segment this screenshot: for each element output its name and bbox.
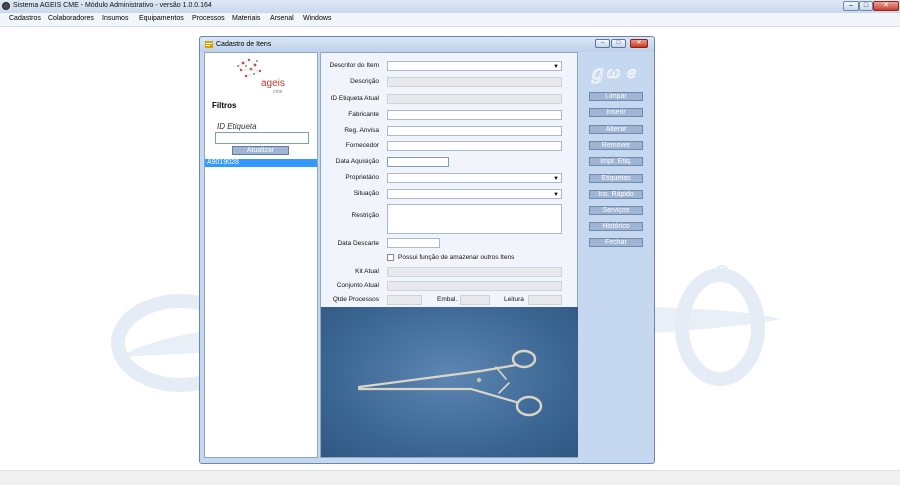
ageis-logo: ageis cme — [237, 58, 285, 95]
historico-button[interactable]: Histórico — [589, 222, 643, 231]
actions-panel: g ω e Limpar Inserir Alterar Remover Imp… — [583, 52, 650, 458]
filters-heading: Filtros — [212, 101, 237, 110]
data-aquisicao-field[interactable] — [387, 157, 449, 167]
embal-field — [460, 295, 490, 305]
kit-atual-field — [387, 267, 562, 277]
armazenar-label: Possui função de amazenar outros Itens — [398, 254, 515, 261]
child-title-bar: Cadastro de Itens – □ ✕ — [200, 37, 654, 52]
menu-colaboradores[interactable]: Colaboradores — [48, 15, 94, 22]
etiquetas-button[interactable]: Etiquetas — [589, 174, 643, 183]
id-etiqueta-atual-field — [387, 94, 562, 104]
fornecedor-label: Fornecedor — [345, 142, 379, 149]
form-icon — [205, 41, 213, 48]
form-panel: Descritor do Item ▼ Descrição ID Etiquet… — [320, 52, 578, 458]
menu-materiais[interactable]: Materiais — [232, 15, 260, 22]
id-etiqueta-label: ID Etiqueta — [217, 122, 257, 131]
id-etiqueta-input[interactable] — [215, 132, 309, 144]
qtde-processos-label: Qtde Processos — [332, 296, 379, 303]
svg-text:ω: ω — [607, 63, 620, 82]
minimize-button[interactable]: – — [843, 1, 859, 11]
chevron-down-icon: ▼ — [553, 192, 559, 198]
item-list[interactable]: A9019028 — [205, 159, 317, 457]
id-etiqueta-atual-label: ID Etiqueta Atual — [330, 95, 379, 102]
leitura-label: Leitura — [504, 296, 524, 303]
child-title: Cadastro de Itens — [216, 41, 272, 48]
remover-button[interactable]: Remover — [589, 141, 643, 150]
forceps-image — [357, 349, 543, 417]
app-icon — [2, 2, 10, 10]
leitura-field — [528, 295, 562, 305]
menu-windows[interactable]: Windows — [303, 15, 331, 22]
app-title-bar: Sistema AGEIS CME - Módulo Administrativ… — [0, 0, 900, 14]
qtde-processos-field — [387, 295, 422, 305]
data-aquisicao-label: Data Aquisição — [335, 158, 379, 165]
atualizar-button[interactable]: Atualizar — [232, 146, 289, 155]
fechar-button[interactable]: Fechar — [589, 238, 643, 247]
anvisa-label: Reg. Anvisa — [344, 127, 379, 134]
proprietario-combo[interactable]: ▼ — [387, 173, 562, 183]
child-maximize-button[interactable]: □ — [611, 39, 626, 48]
imprimir-etiqueta-button[interactable]: Impr. Etiq. — [589, 157, 643, 166]
maximize-button[interactable]: □ — [859, 1, 873, 11]
cadastro-itens-window: Cadastro de Itens – □ ✕ ageis cme Filtro… — [199, 36, 655, 464]
chevron-down-icon: ▼ — [553, 64, 559, 70]
conjunto-atual-label: Conjunto Atual — [336, 282, 379, 289]
anvisa-field[interactable] — [387, 126, 562, 136]
servicos-button[interactable]: Serviços — [589, 206, 643, 215]
menu-processos[interactable]: Processos — [192, 15, 225, 22]
inserir-button[interactable]: Inserir — [589, 108, 643, 117]
svg-text:g: g — [591, 60, 604, 84]
descritor-label: Descritor do Item — [329, 62, 380, 69]
fabricante-field[interactable] — [387, 110, 562, 120]
restricao-textarea[interactable] — [387, 204, 562, 234]
situacao-combo[interactable]: ▼ — [387, 189, 562, 199]
list-item[interactable]: A9019028 — [205, 159, 317, 167]
filter-panel: ageis cme Filtros ID Etiqueta Atualizar … — [204, 52, 318, 458]
fornecedor-field[interactable] — [387, 141, 562, 151]
menu-cadastros[interactable]: Cadastros — [9, 15, 41, 22]
menu-insumos[interactable]: Insumos — [102, 15, 128, 22]
menu-equipamentos[interactable]: Equipamentos — [139, 15, 184, 22]
alterar-button[interactable]: Alterar — [589, 125, 643, 134]
menu-bar: Cadastros Colaboradores Insumos Equipame… — [0, 13, 900, 27]
g-logo-icon: g ω e — [591, 60, 637, 84]
descricao-field — [387, 77, 562, 87]
item-photo — [321, 307, 578, 457]
app-title: Sistema AGEIS CME - Módulo Administrativ… — [13, 2, 212, 9]
descritor-combo[interactable]: ▼ — [387, 61, 562, 71]
proprietario-label: Proprietário — [345, 174, 379, 181]
fabricante-label: Fabricante — [348, 111, 379, 118]
data-descarte-field[interactable] — [387, 238, 440, 248]
situacao-label: Situação — [353, 190, 379, 197]
logo-sub: cme — [273, 89, 283, 95]
status-bar — [0, 470, 900, 485]
restricao-label: Restrição — [351, 212, 379, 219]
logo-brand: ageis — [261, 78, 285, 89]
menu-arsenal[interactable]: Arsenal — [270, 15, 294, 22]
armazenar-checkbox[interactable] — [387, 254, 394, 261]
insercao-rapida-button[interactable]: Ins. Rápido — [589, 190, 643, 199]
kit-atual-label: Kit Atual — [355, 268, 379, 275]
descricao-label: Descrição — [350, 78, 379, 85]
close-button[interactable]: ✕ — [873, 1, 899, 11]
svg-text:e: e — [627, 63, 636, 82]
chevron-down-icon: ▼ — [553, 176, 559, 182]
child-close-button[interactable]: ✕ — [630, 39, 648, 48]
conjunto-atual-field — [387, 281, 562, 291]
embal-label: Embal. — [437, 296, 458, 303]
child-minimize-button[interactable]: – — [595, 39, 610, 48]
data-descarte-label: Data Descarte — [337, 240, 379, 247]
limpar-button[interactable]: Limpar — [589, 92, 643, 101]
